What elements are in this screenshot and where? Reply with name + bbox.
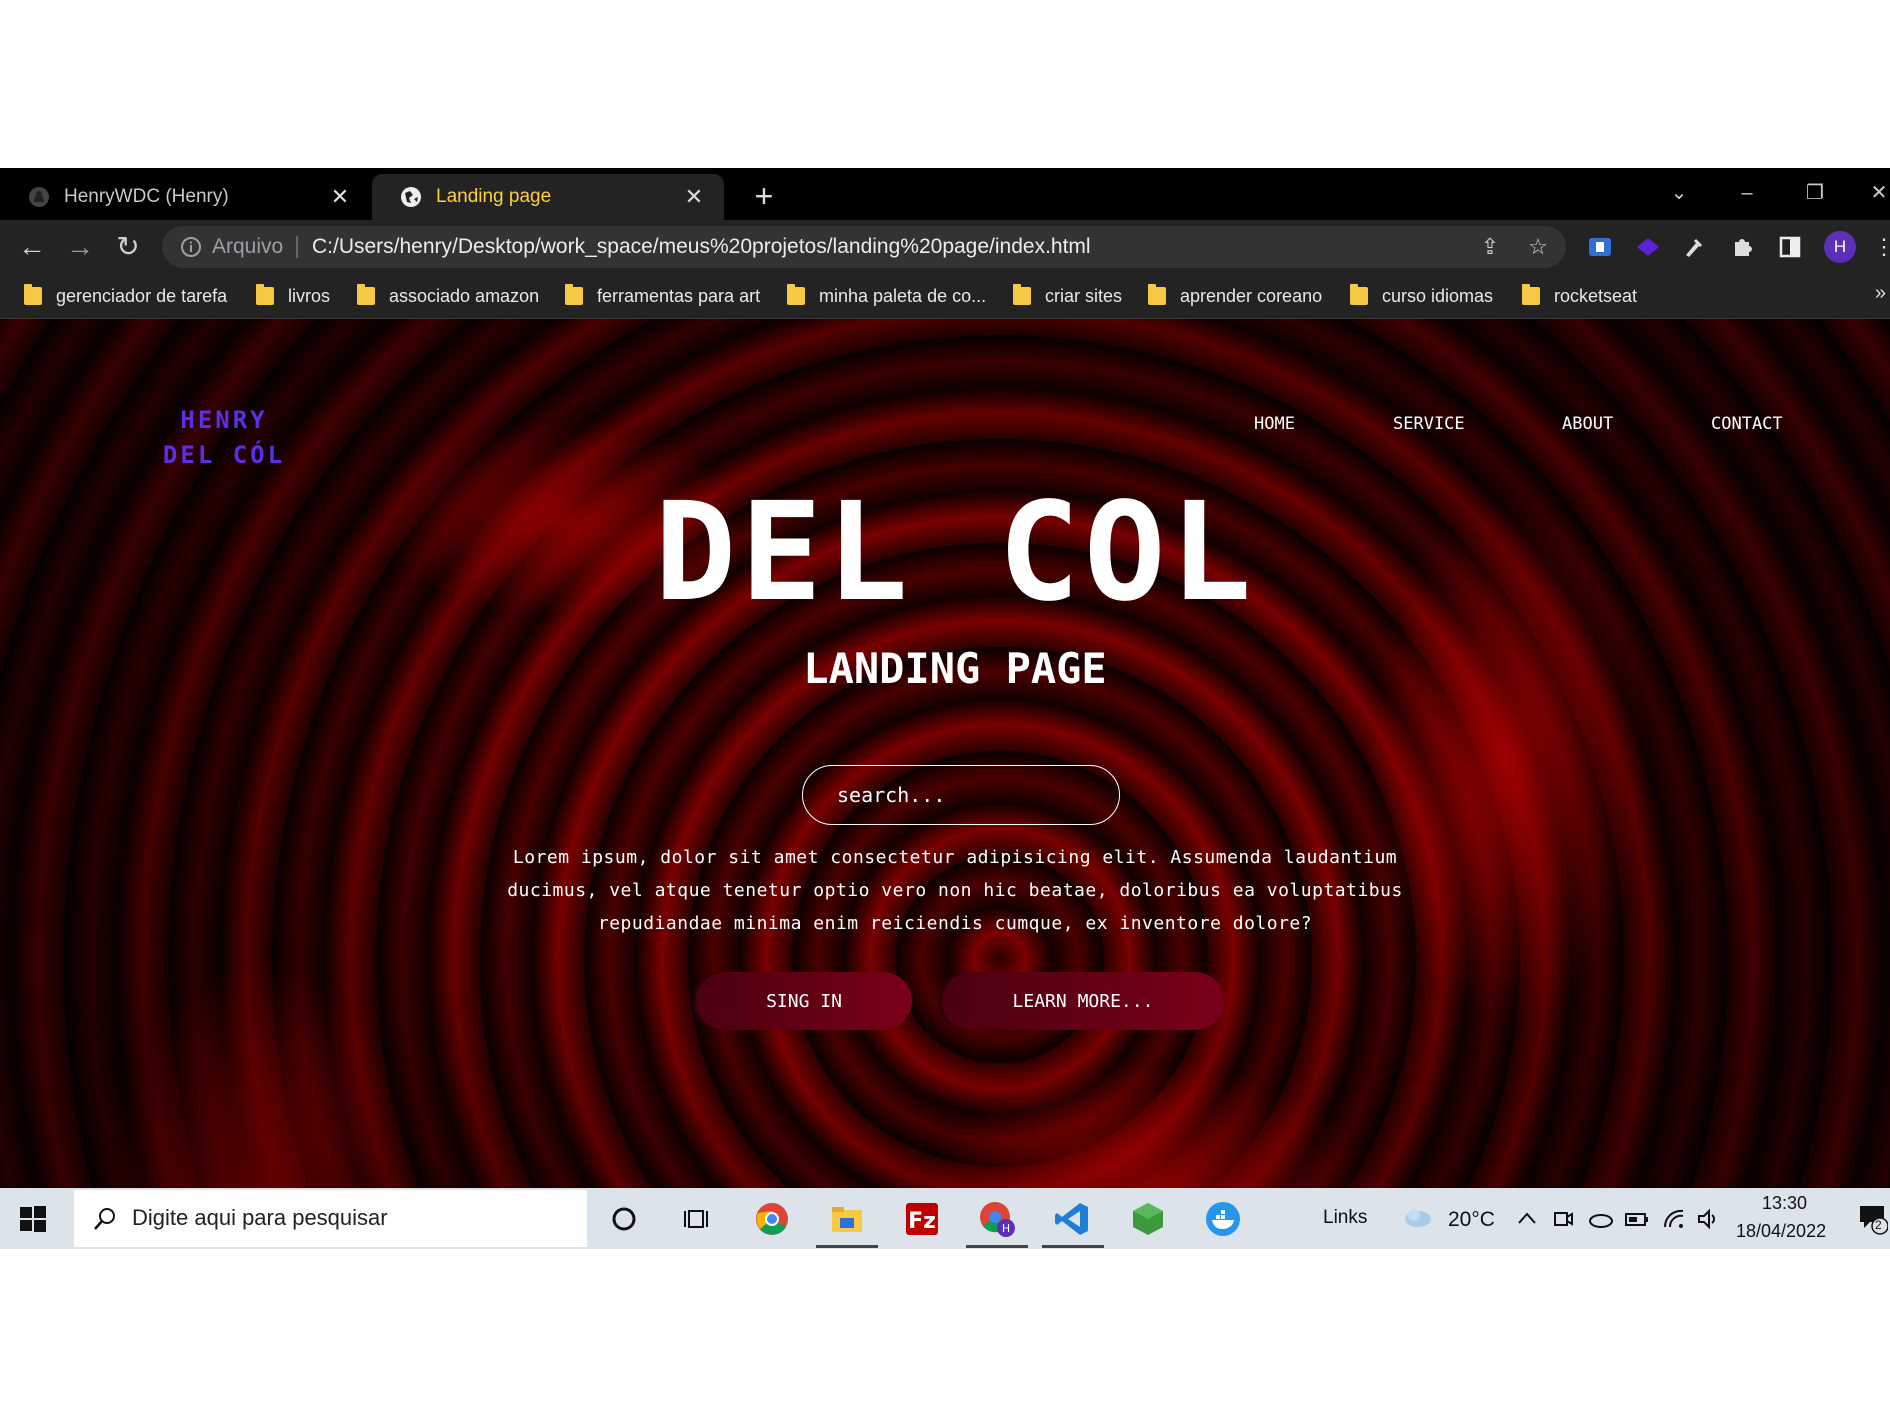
- new-tab-button[interactable]: +: [748, 180, 780, 212]
- notification-center-icon[interactable]: 2: [1858, 1202, 1889, 1236]
- bookmark-folder[interactable]: curso idiomas: [1350, 282, 1493, 310]
- clock-time[interactable]: 13:30: [1762, 1193, 1807, 1214]
- nav-contact[interactable]: CONTACT: [1711, 414, 1783, 434]
- reload-icon[interactable]: ↻: [112, 231, 144, 263]
- share-icon[interactable]: ⇪: [1478, 235, 1502, 259]
- extension-eyedropper-icon[interactable]: [1680, 233, 1708, 261]
- tab-title: Landing page: [436, 186, 552, 207]
- bookmark-folder[interactable]: rocketseat: [1522, 282, 1637, 310]
- folder-icon: [1522, 284, 1540, 305]
- globe-icon: [400, 186, 422, 208]
- chrome-icon[interactable]: [752, 1200, 792, 1238]
- address-url[interactable]: C:/Users/henry/Desktop/work_space/meus%2…: [312, 235, 1091, 259]
- folder-icon: [357, 284, 375, 305]
- restore-icon[interactable]: ❐: [1800, 178, 1830, 208]
- folder-icon: [1013, 284, 1031, 305]
- taskbar-search-box[interactable]: Digite aqui para pesquisar: [74, 1190, 587, 1247]
- logo-line-2: DEL CÓL: [162, 441, 286, 469]
- tab-title: HenryWDC (Henry): [64, 186, 229, 207]
- weather-cloud-icon[interactable]: [1402, 1204, 1434, 1232]
- bookmark-folder[interactable]: ferramentas para art: [565, 282, 760, 310]
- file-explorer-icon[interactable]: [827, 1200, 867, 1238]
- close-window-icon[interactable]: ✕: [1864, 178, 1890, 208]
- extension-translate-icon[interactable]: [1586, 233, 1614, 261]
- wifi-icon[interactable]: [1662, 1208, 1684, 1230]
- bookmark-folder[interactable]: criar sites: [1013, 282, 1122, 310]
- extension-diamond-icon[interactable]: [1634, 233, 1662, 261]
- folder-icon: [1350, 284, 1368, 305]
- search-icon: [92, 1206, 118, 1232]
- volume-icon[interactable]: [1696, 1208, 1718, 1230]
- forward-arrow-icon[interactable]: →: [64, 231, 96, 263]
- tab-github[interactable]: HenryWDC (Henry) ✕: [0, 174, 370, 220]
- battery-icon[interactable]: [1624, 1208, 1648, 1230]
- sign-in-button[interactable]: SING IN: [696, 972, 912, 1030]
- bookmarks-overflow-icon[interactable]: »: [1875, 282, 1886, 305]
- taskbar-search-placeholder: Digite aqui para pesquisar: [132, 1205, 388, 1230]
- bookmark-folder[interactable]: minha paleta de co...: [787, 282, 986, 310]
- address-bar[interactable]: Arquivo C:/Users/henry/Desktop/work_spac…: [162, 226, 1566, 268]
- screen: HenryWDC (Henry) ✕ Landing page ✕ + ⌄ – …: [0, 168, 1890, 1249]
- vscode-icon[interactable]: [1052, 1200, 1092, 1238]
- extensions-puzzle-icon[interactable]: [1728, 233, 1756, 261]
- docker-icon[interactable]: [1203, 1200, 1243, 1238]
- minimize-icon[interactable]: –: [1732, 178, 1762, 208]
- notification-count: 2: [1875, 1218, 1882, 1232]
- bookmark-folder[interactable]: associado amazon: [357, 282, 539, 310]
- task-view-icon[interactable]: [676, 1200, 716, 1238]
- folder-icon: [787, 284, 805, 305]
- bookmark-folder[interactable]: gerenciador de tarefa: [24, 282, 227, 310]
- hero-title: DEL COL: [654, 474, 1256, 632]
- cortana-icon[interactable]: [604, 1200, 644, 1238]
- hero-subtitle: LANDING PAGE: [803, 644, 1107, 693]
- meet-now-icon[interactable]: [1552, 1208, 1574, 1230]
- nodejs-icon[interactable]: [1128, 1200, 1168, 1238]
- learn-more-button[interactable]: LEARN MORE...: [942, 972, 1224, 1030]
- nav-home[interactable]: HOME: [1254, 414, 1295, 434]
- site-logo[interactable]: HENRY DEL CÓL: [152, 403, 296, 473]
- bookmark-folder[interactable]: aprender coreano: [1148, 282, 1322, 310]
- side-panel-icon[interactable]: [1776, 233, 1804, 261]
- chevron-up-icon[interactable]: [1516, 1208, 1538, 1230]
- address-scheme-label: Arquivo: [212, 235, 284, 258]
- address-divider: [296, 236, 298, 258]
- info-icon[interactable]: [180, 236, 202, 258]
- github-icon: [28, 186, 50, 208]
- close-tab-icon[interactable]: ✕: [682, 185, 706, 209]
- running-indicator: [1042, 1245, 1104, 1248]
- svg-text:Fz: Fz: [908, 1209, 936, 1234]
- tab-search-chevron-icon[interactable]: ⌄: [1664, 178, 1694, 208]
- onedrive-icon[interactable]: [1588, 1208, 1613, 1230]
- close-tab-icon[interactable]: ✕: [328, 185, 352, 209]
- running-indicator: [966, 1245, 1028, 1248]
- folder-icon: [1148, 284, 1166, 305]
- windows-taskbar: Digite aqui para pesquisar Fz H Links 20…: [0, 1188, 1890, 1249]
- bookmark-folder[interactable]: livros: [256, 282, 330, 310]
- folder-icon: [565, 284, 583, 305]
- links-toolbar-label[interactable]: Links: [1323, 1207, 1367, 1229]
- filezilla-icon[interactable]: Fz: [902, 1200, 942, 1238]
- browser-toolbar: ← → ↻ Arquivo C:/Users/henry/Desktop/wor…: [0, 220, 1890, 274]
- menu-kebab-icon[interactable]: ⋮: [1870, 233, 1890, 261]
- svg-text:H: H: [1002, 1222, 1010, 1235]
- bookmark-star-icon[interactable]: ☆: [1526, 235, 1550, 259]
- folder-icon: [256, 284, 274, 305]
- tab-strip: HenryWDC (Henry) ✕ Landing page ✕ + ⌄ – …: [0, 168, 1890, 220]
- folder-icon: [24, 284, 42, 305]
- chrome-profile-icon[interactable]: H: [977, 1200, 1017, 1238]
- profile-avatar[interactable]: H: [1824, 231, 1856, 263]
- hero-description: Lorem ipsum, dolor sit amet consectetur …: [507, 847, 1403, 934]
- back-arrow-icon[interactable]: ←: [16, 231, 48, 263]
- webpage-viewport: HENRY DEL CÓL HOME SERVICE ABOUT CONTACT…: [0, 319, 1890, 1188]
- search-input[interactable]: [802, 765, 1120, 825]
- nav-service[interactable]: SERVICE: [1393, 414, 1465, 434]
- clock-date[interactable]: 18/04/2022: [1736, 1221, 1826, 1242]
- weather-temperature[interactable]: 20°C: [1448, 1208, 1495, 1232]
- windows-start-icon[interactable]: [18, 1204, 48, 1234]
- logo-line-1: HENRY: [180, 406, 268, 434]
- tab-landing-page[interactable]: Landing page ✕: [372, 174, 724, 220]
- bookmarks-bar: gerenciador de tarefa livros associado a…: [0, 274, 1890, 319]
- nav-about[interactable]: ABOUT: [1562, 414, 1613, 434]
- running-indicator: [816, 1245, 878, 1248]
